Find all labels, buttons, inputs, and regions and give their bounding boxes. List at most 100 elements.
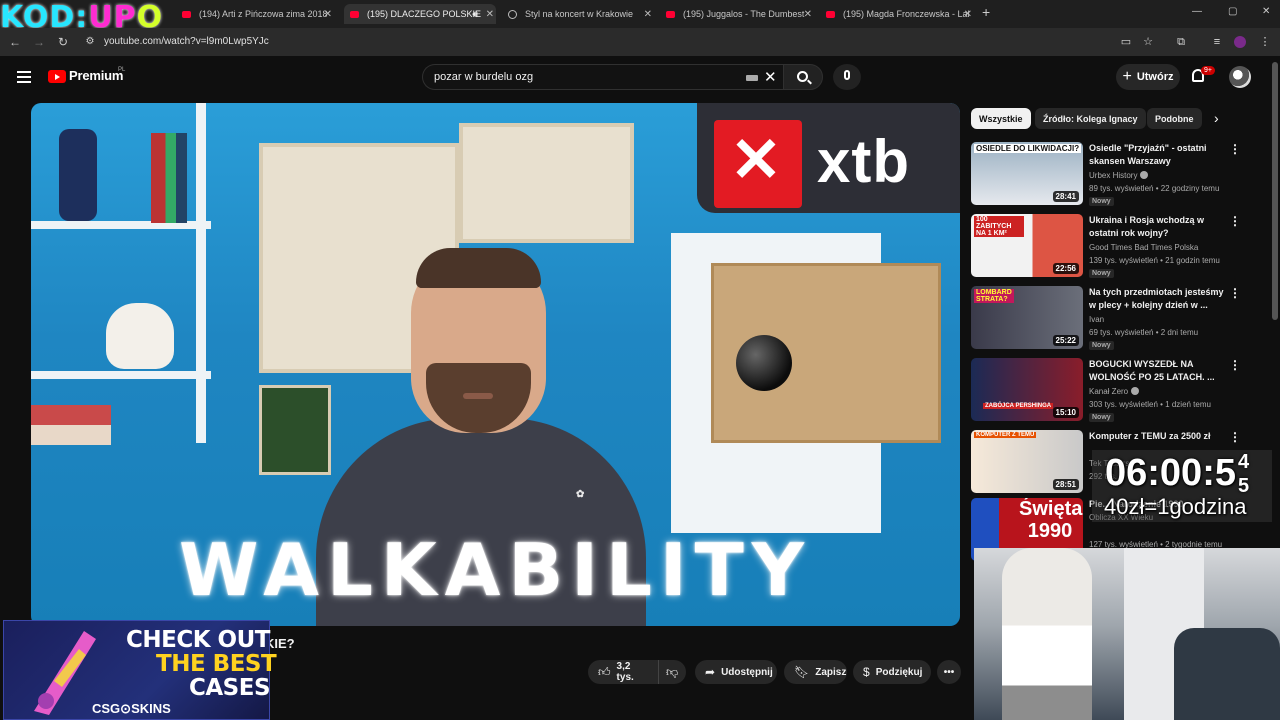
- stream-timer: 06:00:5: [1105, 452, 1236, 494]
- more-icon: •••: [943, 666, 955, 678]
- tab-label: (195) Juggalos - The Dumbest: [683, 9, 805, 19]
- media-controls-icon[interactable]: ≡: [1210, 35, 1224, 49]
- account-avatar[interactable]: [1229, 66, 1251, 88]
- rec-title[interactable]: Komputer z TEMU za 2500 zł: [1089, 430, 1229, 443]
- stream-timer-digits: 4 5: [1238, 451, 1250, 497]
- stream-rate-text: 40zł=1godzina: [1104, 494, 1247, 519]
- youtube-header: Premium PL pozar w burdelu ozg ✕ + Utwórz…: [0, 56, 1280, 100]
- recommendation-item[interactable]: LOMBARD STRATA? 25:22 Na tych przedmiota…: [971, 286, 1249, 352]
- scrollbar[interactable]: [1272, 62, 1278, 320]
- clear-search-icon[interactable]: ✕: [764, 68, 777, 86]
- chip-source[interactable]: Źródło: Kolega Ignacy: [1035, 108, 1146, 129]
- notification-count-badge: 9+: [1201, 66, 1215, 75]
- adidas-logo-icon: ✿: [576, 489, 585, 500]
- maximize-button[interactable]: ▢: [1228, 6, 1237, 17]
- shelf: [196, 103, 206, 443]
- close-icon[interactable]: ✕: [486, 9, 494, 20]
- hamburger-menu-icon[interactable]: [17, 71, 31, 83]
- close-icon[interactable]: ✕: [804, 9, 812, 20]
- keyboard-icon[interactable]: [746, 75, 758, 81]
- new-badge: Nowy: [1089, 269, 1114, 278]
- create-button[interactable]: + Utwórz: [1116, 64, 1180, 90]
- profile-avatar-icon[interactable]: [1234, 36, 1246, 48]
- dislike-button[interactable]: 👎︎: [658, 660, 686, 684]
- rec-channel[interactable]: Kanał Zero: [1089, 387, 1140, 396]
- sponsor-text: xtb: [817, 128, 910, 195]
- rec-meta: 69 tys. wyświetleń • 2 dni temu: [1089, 328, 1199, 337]
- video-player[interactable]: ✕ xtb ✿ WALKABILITY: [31, 103, 960, 626]
- share-button[interactable]: ➦ Udostępnij: [695, 660, 777, 684]
- close-window-button[interactable]: ✕: [1262, 6, 1270, 17]
- youtube-logo-icon[interactable]: [48, 70, 66, 83]
- video-thumbnail[interactable]: ZABÓJCA PERSHINGA 15:10: [971, 358, 1083, 421]
- forward-button[interactable]: →: [31, 34, 47, 50]
- thanks-button[interactable]: $ Podziękuj: [853, 660, 931, 684]
- new-tab-button[interactable]: +: [982, 4, 990, 20]
- browser-menu-icon[interactable]: ⋮: [1258, 35, 1272, 49]
- video-overlay-caption: WALKABILITY: [179, 528, 812, 612]
- search-icon: [797, 71, 808, 82]
- more-vert-icon[interactable]: ⋮: [1229, 142, 1241, 156]
- like-button[interactable]: 👍︎ 3,2 tys.: [588, 660, 658, 684]
- bookmark-icon: 🔖︎: [794, 665, 810, 679]
- rec-title[interactable]: Na tych przedmiotach jesteśmy w plecy + …: [1089, 286, 1229, 312]
- chip-related[interactable]: Podobne: [1147, 108, 1202, 129]
- new-badge: Nowy: [1089, 413, 1114, 422]
- site-info-icon[interactable]: ⚙︎: [82, 34, 98, 50]
- tab-1[interactable]: (194) Arti z Pińczowa zima 2018 ✕: [182, 4, 334, 24]
- tab-3[interactable]: Styl na koncert w Krakowie ✕: [508, 4, 654, 24]
- mouth: [463, 393, 493, 399]
- chip-all[interactable]: Wszystkie: [971, 108, 1031, 129]
- video-thumbnail[interactable]: KOMPUTER Z TEMU 28:51: [971, 430, 1083, 493]
- more-vert-icon[interactable]: ⋮: [1229, 286, 1241, 300]
- rec-channel[interactable]: Good Times Bad Times Polska: [1089, 243, 1198, 252]
- more-vert-icon[interactable]: ⋮: [1229, 214, 1241, 228]
- streamer: [1002, 548, 1092, 720]
- plus-icon: +: [1122, 68, 1132, 85]
- minimize-button[interactable]: —: [1192, 6, 1202, 17]
- search-button[interactable]: [783, 64, 823, 90]
- save-button[interactable]: 🔖︎ Zapisz: [784, 660, 847, 684]
- tab-5[interactable]: (195) Magda Fronczewska - Lal ✕: [826, 4, 974, 24]
- extensions-icon[interactable]: ⧉: [1174, 35, 1188, 49]
- chevron-right-icon[interactable]: ›: [1214, 110, 1219, 126]
- close-icon[interactable]: ✕: [644, 9, 652, 20]
- url-field[interactable]: youtube.com/watch?v=l9m0Lwp5YJc: [104, 36, 269, 47]
- more-actions-button[interactable]: •••: [937, 660, 961, 684]
- rec-channel[interactable]: Ivan: [1089, 315, 1104, 324]
- water-bottle: [59, 129, 97, 221]
- video-thumbnail[interactable]: LOMBARD STRATA? 25:22: [971, 286, 1083, 349]
- books: [151, 133, 187, 223]
- new-badge: Nowy: [1089, 341, 1114, 350]
- shelf: [31, 371, 211, 379]
- speaker-icon[interactable]: 🔊︎: [472, 9, 478, 20]
- recommendation-item[interactable]: 100 ZABITYCH NA 1 KM² 22:56 Ukraina i Ro…: [971, 214, 1249, 280]
- video-thumbnail[interactable]: 100 ZABITYCH NA 1 KM² 22:56: [971, 214, 1083, 277]
- video-thumbnail[interactable]: OSIEDLE DO LIKWIDACJI? 28:41: [971, 142, 1083, 205]
- search-box[interactable]: pozar w burdelu ozg ✕: [422, 64, 784, 90]
- rec-channel[interactable]: Urbex History: [1089, 171, 1149, 180]
- more-vert-icon[interactable]: ⋮: [1229, 430, 1241, 444]
- rec-title[interactable]: BOGUCKI WYSZEDŁ NA WOLNOŚĆ PO 25 LATACH.…: [1089, 358, 1229, 384]
- microphone-icon: [844, 70, 850, 80]
- tab-2[interactable]: (195) DLACZEGO POLSKIE 🔊︎ ✕: [344, 4, 496, 24]
- logo-text[interactable]: Premium: [69, 68, 123, 83]
- search-input[interactable]: pozar w burdelu ozg: [434, 71, 533, 83]
- ad-brand: CSG⊙SKINS: [92, 701, 171, 716]
- back-button[interactable]: ←: [7, 34, 23, 50]
- ad-line-1: CHECK OUT: [126, 627, 270, 653]
- ad-banner[interactable]: CHECK OUT THE BEST CASES CSG⊙SKINS: [3, 620, 277, 720]
- rec-title[interactable]: Ukraina i Rosja wchodzą w ostatni rok wo…: [1089, 214, 1229, 240]
- rec-meta: 303 tys. wyświetleń • 1 dzień temu: [1089, 400, 1211, 409]
- recommendation-item[interactable]: ZABÓJCA PERSHINGA 15:10 BOGUCKI WYSZEDŁ …: [971, 358, 1249, 424]
- rec-title[interactable]: Osiedle "Przyjaźń" - ostatni skansen War…: [1089, 142, 1229, 168]
- close-icon[interactable]: ✕: [324, 9, 332, 20]
- bookmark-star-icon[interactable]: ☆: [1141, 35, 1155, 49]
- recommendation-item[interactable]: OSIEDLE DO LIKWIDACJI? 28:41 Osiedle "Pr…: [971, 142, 1249, 208]
- voice-search-button[interactable]: [833, 64, 861, 90]
- cast-icon[interactable]: ▭: [1119, 35, 1133, 49]
- tab-4[interactable]: (195) Juggalos - The Dumbest ✕: [666, 4, 814, 24]
- close-icon[interactable]: ✕: [964, 9, 972, 20]
- reload-button[interactable]: ↻: [55, 34, 71, 50]
- more-vert-icon[interactable]: ⋮: [1229, 358, 1241, 372]
